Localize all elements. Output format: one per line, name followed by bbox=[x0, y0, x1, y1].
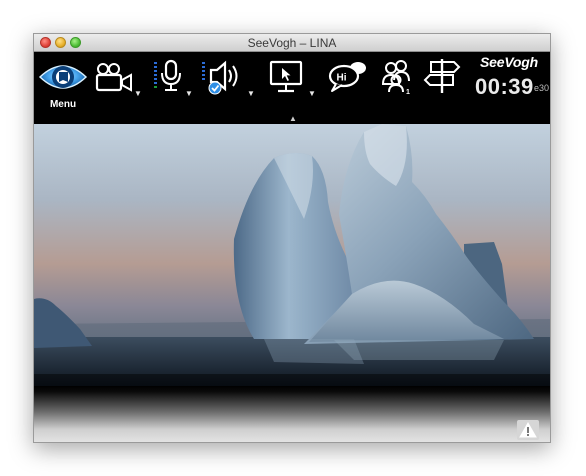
bottom-panel bbox=[34, 386, 550, 442]
signpost-button[interactable] bbox=[423, 58, 461, 94]
window-title: SeeVogh – LINA bbox=[247, 36, 337, 50]
speaker-button[interactable] bbox=[200, 58, 244, 96]
svg-text:Hi: Hi bbox=[337, 73, 347, 84]
signpost-icon bbox=[423, 59, 461, 93]
chat-icon: Hi bbox=[328, 62, 366, 92]
eye-menu-icon bbox=[38, 65, 88, 89]
app-window: SeeVogh – LINA Menu ▼ ▼ ▼ ▼ Hi 1 SeeVogh… bbox=[33, 33, 551, 443]
microphone-icon bbox=[154, 59, 181, 91]
screen-share-button[interactable] bbox=[268, 60, 306, 94]
title-bar[interactable]: SeeVogh – LINA bbox=[34, 34, 550, 52]
video-options-caret[interactable]: ▼ bbox=[134, 89, 142, 98]
seevogh-logo: SeeVogh bbox=[480, 54, 538, 70]
collapse-toolbar-arrow[interactable]: ▲ bbox=[289, 114, 297, 123]
svg-text:1: 1 bbox=[406, 89, 410, 96]
menu-button[interactable] bbox=[38, 58, 88, 96]
chat-button[interactable]: Hi bbox=[328, 60, 368, 94]
screen-share-options-caret[interactable]: ▼ bbox=[308, 89, 316, 98]
timer-suffix: e30 bbox=[534, 83, 550, 93]
microphone-options-caret[interactable]: ▼ bbox=[185, 89, 193, 98]
video-button[interactable] bbox=[94, 62, 134, 94]
participants-icon: 1 bbox=[381, 60, 410, 96]
video-camera-icon bbox=[95, 63, 132, 92]
warning-button[interactable] bbox=[517, 420, 539, 440]
video-feed bbox=[34, 124, 550, 386]
speaker-options-caret[interactable]: ▼ bbox=[247, 89, 255, 98]
speaker-icon bbox=[202, 60, 238, 95]
menu-label: Menu bbox=[49, 99, 77, 110]
microphone-button[interactable] bbox=[152, 58, 188, 94]
screen-share-icon bbox=[269, 60, 303, 93]
warning-icon bbox=[519, 421, 537, 438]
iceberg-video-image bbox=[34, 124, 550, 386]
session-timer: 00:39 bbox=[475, 74, 534, 99]
toolbar: Menu ▼ ▼ ▼ ▼ Hi 1 SeeVogh 00:39 e30 ▲ bbox=[34, 52, 550, 124]
participants-button[interactable]: 1 bbox=[379, 58, 415, 96]
